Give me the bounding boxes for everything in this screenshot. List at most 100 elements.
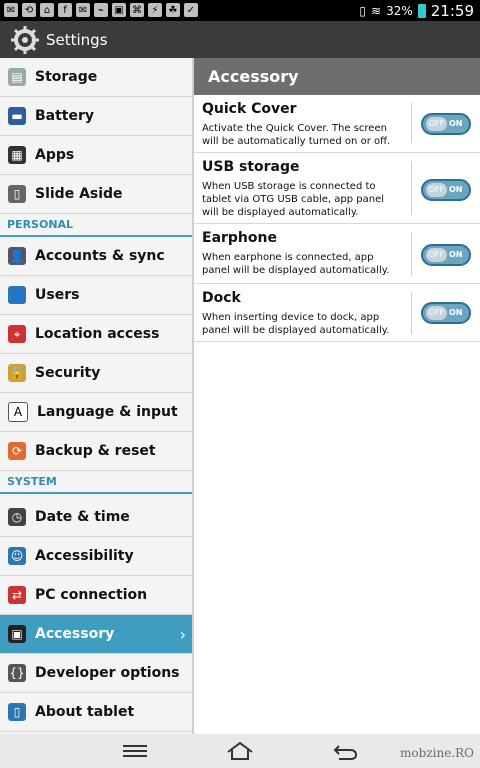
- setting-description: When earphone is connected, app panel wi…: [202, 252, 390, 276]
- setting-row-quick-cover[interactable]: Quick Cover Activate the Quick Cover. Th…: [194, 95, 480, 153]
- action-bar: Settings: [0, 21, 480, 58]
- sidebar-item-security[interactable]: 🔒 Security: [0, 354, 192, 393]
- status-time: 21:59: [430, 1, 474, 20]
- notification-icons: ✉ ⟲ ⌂ f ✉ ⌁ ▣ ⌘ ⚡ ☘ ✓: [4, 3, 198, 18]
- section-header-system: SYSTEM: [0, 471, 192, 494]
- quick-cover-toggle[interactable]: OFF ON: [421, 113, 471, 135]
- notification-icon: ⚡: [148, 3, 162, 17]
- sidebar-item-label: Accounts & sync: [35, 248, 165, 264]
- sidebar-item-label: Users: [35, 287, 80, 303]
- accounts-icon: 👤: [8, 247, 26, 265]
- sidebar-item-developer-options[interactable]: {} Developer options: [0, 654, 192, 693]
- sidebar-item-slide-aside[interactable]: ▯ Slide Aside: [0, 175, 192, 214]
- sidebar-item-storage[interactable]: ▤ Storage: [0, 58, 192, 97]
- apps-icon: ▦: [8, 146, 26, 164]
- row-separator: [411, 103, 412, 143]
- developer-icon: {}: [8, 664, 26, 682]
- sidebar-item-pc-connection[interactable]: ⇄ PC connection: [0, 576, 192, 615]
- setting-title: Dock: [202, 290, 241, 306]
- home-icon[interactable]: [225, 738, 255, 764]
- setting-description: When inserting device to dock, app panel…: [202, 312, 390, 336]
- setting-row-dock[interactable]: Dock When inserting device to dock, app …: [194, 284, 480, 342]
- notification-icon: ⌁: [94, 3, 108, 17]
- sidebar-item-label: Battery: [35, 108, 95, 124]
- sidebar-item-label: Location access: [35, 326, 160, 342]
- sidebar-item-date-time[interactable]: ◷ Date & time: [0, 498, 192, 537]
- status-bar: ✉ ⟲ ⌂ f ✉ ⌁ ▣ ⌘ ⚡ ☘ ✓ ▯ ≋ 32% 21:59: [0, 0, 480, 21]
- toggle-on-label: ON: [449, 119, 463, 128]
- detail-header: Accessory: [194, 58, 480, 95]
- sidebar-item-label: Security: [35, 365, 101, 381]
- sidebar-item-apps[interactable]: ▦ Apps: [0, 136, 192, 175]
- slide-aside-icon: ▯: [8, 185, 26, 203]
- sidebar-item-label: Developer options: [35, 665, 180, 681]
- notification-icon: ✓: [184, 3, 198, 17]
- toggle-on-label: ON: [449, 308, 463, 317]
- back-icon[interactable]: [330, 738, 360, 764]
- usb-storage-toggle[interactable]: OFF ON: [421, 179, 471, 201]
- earphone-toggle[interactable]: OFF ON: [421, 244, 471, 266]
- detail-title: Accessory: [208, 67, 299, 86]
- setting-description: When USB storage is connected to tablet …: [202, 181, 385, 218]
- toggle-on-label: ON: [449, 250, 463, 259]
- battery-icon: [417, 3, 426, 18]
- toggle-off-label: OFF: [426, 183, 447, 197]
- users-icon: 👤: [8, 286, 26, 304]
- notification-icon: ⟲: [22, 3, 36, 17]
- sidebar-item-label: Storage: [35, 69, 98, 85]
- sidebar-item-label: Language & input: [37, 404, 178, 420]
- sidebar-item-accounts[interactable]: 👤 Accounts & sync: [0, 237, 192, 276]
- toggle-on-label: ON: [449, 185, 463, 194]
- section-header-label: PERSONAL: [7, 218, 74, 231]
- detail-pane: Accessory Quick Cover Activate the Quick…: [194, 58, 480, 734]
- sidebar-item-location[interactable]: ⌖ Location access: [0, 315, 192, 354]
- sidebar-item-label: Slide Aside: [35, 186, 123, 202]
- language-icon: A: [8, 402, 28, 422]
- settings-gear-icon[interactable]: [10, 25, 40, 55]
- sidebar-item-label: Accessibility: [35, 548, 134, 564]
- sidebar-item-label: PC connection: [35, 587, 148, 603]
- setting-title: USB storage: [202, 159, 300, 175]
- sidebar-item-accessory[interactable]: ▣ Accessory ›: [0, 615, 192, 654]
- sidebar-item-label: About tablet: [35, 704, 135, 720]
- row-separator: [411, 232, 412, 276]
- backup-icon: ⟳: [8, 442, 26, 460]
- section-header-label: SYSTEM: [7, 475, 57, 488]
- sidebar-item-users[interactable]: 👤 Users: [0, 276, 192, 315]
- notification-icon: f: [58, 3, 72, 17]
- sidebar-item-backup[interactable]: ⟳ Backup & reset: [0, 432, 192, 471]
- sidebar-item-label: Date & time: [35, 509, 130, 525]
- setting-row-earphone[interactable]: Earphone When earphone is connected, app…: [194, 224, 480, 284]
- setting-row-usb-storage[interactable]: USB storage When USB storage is connecte…: [194, 153, 480, 224]
- notification-icon: ⌘: [130, 3, 144, 17]
- sidebar-item-label: Apps: [35, 147, 75, 163]
- navigation-bar: mobzine.RO: [0, 734, 480, 768]
- app-title: Settings: [46, 30, 108, 49]
- dock-toggle[interactable]: OFF ON: [421, 302, 471, 324]
- sidebar-item-battery[interactable]: ▬ Battery: [0, 97, 192, 136]
- accessibility-icon: ☺: [8, 547, 26, 565]
- lock-icon: 🔒: [8, 364, 26, 382]
- battery-icon: ▬: [8, 107, 26, 125]
- settings-sidebar: ▤ Storage ▬ Battery ▦ Apps ▯ Slide Aside…: [0, 58, 192, 734]
- sidebar-item-label: Backup & reset: [35, 443, 156, 459]
- toggle-off-label: OFF: [426, 248, 447, 262]
- setting-title: Quick Cover: [202, 101, 297, 117]
- sidebar-item-label: Accessory: [35, 626, 115, 642]
- menu-icon[interactable]: [120, 738, 150, 764]
- phone-icon: ▯: [359, 3, 367, 18]
- chevron-right-icon: ›: [179, 625, 186, 644]
- setting-description: Activate the Quick Cover. The screen wil…: [202, 123, 391, 147]
- row-separator: [411, 292, 412, 334]
- wifi-icon: ≋: [371, 3, 382, 18]
- notification-icon: ✉: [4, 3, 18, 17]
- status-right: ▯ ≋ 32% 21:59: [359, 1, 474, 20]
- sidebar-item-accessibility[interactable]: ☺ Accessibility: [0, 537, 192, 576]
- notification-icon: ☘: [166, 3, 180, 17]
- toggle-off-label: OFF: [426, 306, 447, 320]
- sidebar-item-language[interactable]: A Language & input: [0, 393, 192, 432]
- location-icon: ⌖: [8, 325, 26, 343]
- sidebar-item-about-tablet[interactable]: ▯ About tablet: [0, 693, 192, 732]
- storage-icon: ▤: [8, 68, 26, 86]
- battery-percent: 32%: [386, 3, 413, 18]
